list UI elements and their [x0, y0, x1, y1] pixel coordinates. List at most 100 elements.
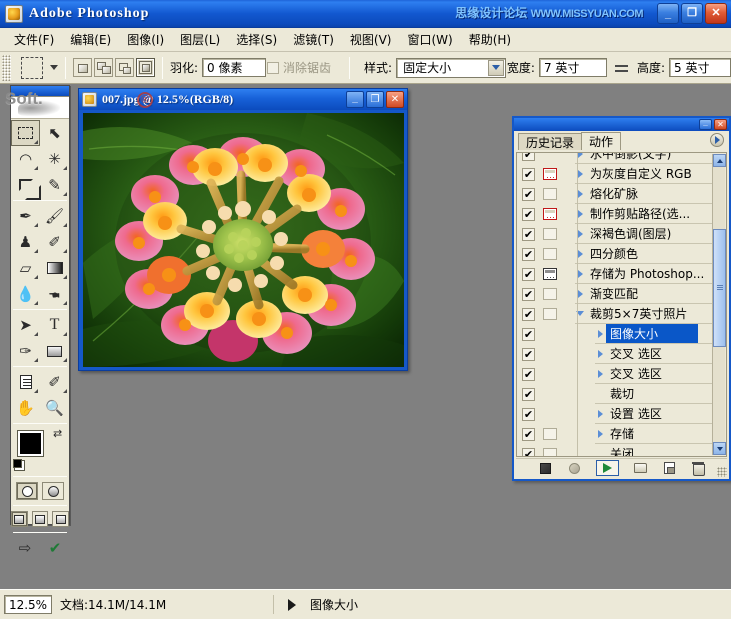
height-input[interactable]: 5 英寸 [669, 58, 731, 77]
action-dialog-toggle-icon[interactable] [543, 288, 557, 300]
shape-tool[interactable] [40, 338, 69, 364]
action-row[interactable]: ✔ 四分颜色 [517, 244, 713, 264]
action-toggle-checkbox[interactable]: ✔ [522, 367, 535, 381]
document-maximize-button[interactable]: ❐ [366, 91, 384, 108]
magic-wand-tool[interactable]: ✳ [40, 146, 69, 172]
zoom-tool[interactable]: 🔍 [40, 395, 69, 421]
move-tool[interactable]: ⬉ [40, 120, 69, 146]
action-toggle-checkbox[interactable]: ✔ [522, 227, 535, 241]
action-toggle-checkbox[interactable]: ✔ [522, 267, 535, 281]
width-input[interactable]: 7 英寸 [538, 58, 607, 77]
style-select[interactable]: 固定大小 [396, 57, 507, 78]
new-selection-button[interactable] [73, 58, 92, 77]
action-row[interactable]: ✔ 存储 [517, 424, 713, 444]
action-toggle-checkbox[interactable]: ✔ [522, 153, 535, 161]
palette-menu-icon[interactable] [710, 133, 724, 147]
dodge-tool[interactable]: 🖜 [40, 281, 69, 307]
pen-tool[interactable]: ✑ [11, 338, 40, 364]
action-toggle-checkbox[interactable]: ✔ [522, 167, 535, 181]
menu-select[interactable]: 选择(S) [228, 28, 285, 51]
action-dialog-toggle-icon[interactable] [543, 228, 557, 240]
action-row[interactable]: ✔ 存储为 Photoshop... [517, 264, 713, 284]
add-to-selection-button[interactable] [94, 58, 113, 77]
history-brush-tool[interactable]: ✐ [40, 229, 69, 255]
status-menu-arrow-icon[interactable] [288, 598, 296, 611]
action-toggle-checkbox[interactable]: ✔ [522, 247, 535, 261]
tool-preset-chevron-down-icon[interactable] [50, 65, 58, 70]
action-dialog-toggle-icon[interactable] [543, 248, 557, 260]
swap-dimensions-icon[interactable] [614, 60, 630, 76]
document-close-button[interactable]: ✕ [386, 91, 404, 108]
imageready-button[interactable]: ✔ [43, 538, 67, 558]
palette-minimize-button[interactable]: _ [699, 119, 712, 130]
menu-file[interactable]: 文件(F) [6, 28, 62, 51]
feather-input[interactable]: 0 像素 [202, 58, 267, 77]
action-toggle-checkbox[interactable]: ✔ [522, 407, 535, 421]
tab-history[interactable]: 历史记录 [518, 133, 583, 150]
toolbox-titlebar[interactable] [11, 86, 69, 97]
chevron-down-icon[interactable] [488, 59, 505, 76]
swap-colors-icon[interactable]: ⇄ [53, 428, 65, 440]
actions-scrollbar[interactable] [712, 154, 726, 455]
action-row[interactable]: ✔ 关闭 [517, 444, 713, 456]
action-row[interactable]: ✔ 熔化矿脉 [517, 184, 713, 204]
action-row[interactable]: ✔ 裁剪5×7英寸照片 [517, 304, 713, 324]
intersect-with-selection-button[interactable] [136, 58, 155, 77]
options-bar-grip[interactable] [2, 54, 11, 81]
palette-close-button[interactable]: ✕ [714, 119, 727, 130]
palette-resize-grip[interactable] [717, 467, 727, 477]
eyedropper-tool[interactable]: ✐ [40, 369, 69, 395]
begin-recording-button[interactable] [567, 461, 582, 475]
menu-filter[interactable]: 滤镜(T) [285, 28, 342, 51]
action-toggle-checkbox[interactable]: ✔ [522, 427, 535, 441]
default-colors-icon[interactable] [13, 459, 25, 471]
delete-button[interactable] [691, 461, 706, 476]
maximize-button[interactable]: ❐ [681, 3, 703, 24]
action-toggle-checkbox[interactable]: ✔ [522, 347, 535, 361]
jump-to-imageready-button[interactable]: ⇨ [13, 538, 37, 558]
notes-tool[interactable] [11, 369, 40, 395]
action-dialog-toggle-icon[interactable] [543, 428, 557, 440]
eraser-tool[interactable]: ▱ [11, 255, 40, 281]
clone-stamp-tool[interactable]: ♟ [11, 229, 40, 255]
menu-window[interactable]: 窗口(W) [399, 28, 460, 51]
action-row[interactable]: ✔ 渐变匹配 [517, 284, 713, 304]
minimize-button[interactable]: _ [657, 3, 679, 24]
action-dialog-toggle-icon[interactable] [543, 168, 557, 182]
action-row[interactable]: ✔ 交叉 选区 [517, 344, 713, 364]
menu-edit[interactable]: 编辑(E) [62, 28, 119, 51]
action-dialog-toggle-icon[interactable] [543, 268, 557, 282]
zoom-level-field[interactable]: 12.5% [4, 595, 52, 614]
action-toggle-checkbox[interactable]: ✔ [522, 187, 535, 201]
hand-tool[interactable]: ✋ [11, 395, 40, 421]
menu-view[interactable]: 视图(V) [342, 28, 400, 51]
healing-brush-tool[interactable]: ✒ [11, 203, 40, 229]
lasso-tool[interactable]: ◠ [11, 146, 40, 172]
menu-image[interactable]: 图像(I) [119, 28, 172, 51]
subtract-from-selection-button[interactable] [115, 58, 134, 77]
antialias-checkbox[interactable] [267, 61, 280, 74]
action-row[interactable]: ✔ 为灰度自定义 RGB [517, 164, 713, 184]
action-row[interactable]: ✔ 交叉 选区 [517, 364, 713, 384]
menu-help[interactable]: 帮助(H) [461, 28, 519, 51]
standard-screen-mode-button[interactable] [11, 511, 28, 527]
image-canvas[interactable] [83, 113, 404, 367]
expand-triangle-icon[interactable] [595, 410, 605, 418]
brush-tool[interactable]: 🖌 [40, 203, 69, 229]
create-new-set-button[interactable] [633, 461, 648, 475]
expand-triangle-icon[interactable] [595, 430, 605, 438]
stop-playing-button[interactable] [538, 461, 553, 475]
action-row[interactable]: ✔ 裁切 [517, 384, 713, 404]
action-row[interactable]: ✔ 深褐色调(图层) [517, 224, 713, 244]
full-screen-mode-button[interactable] [52, 511, 70, 527]
tab-actions[interactable]: 动作 [581, 132, 622, 150]
quick-mask-mode-button[interactable] [42, 482, 64, 500]
action-row[interactable]: ✔ 图像大小 [517, 324, 713, 344]
blur-tool[interactable]: 💧 [11, 281, 40, 307]
action-row[interactable]: ✔ 设置 选区 [517, 404, 713, 424]
standard-mask-mode-button[interactable] [16, 482, 38, 500]
crop-tool[interactable] [11, 172, 41, 200]
action-dialog-toggle-icon[interactable] [543, 448, 557, 456]
current-tool-icon[interactable] [21, 56, 43, 79]
action-toggle-checkbox[interactable]: ✔ [522, 447, 535, 456]
